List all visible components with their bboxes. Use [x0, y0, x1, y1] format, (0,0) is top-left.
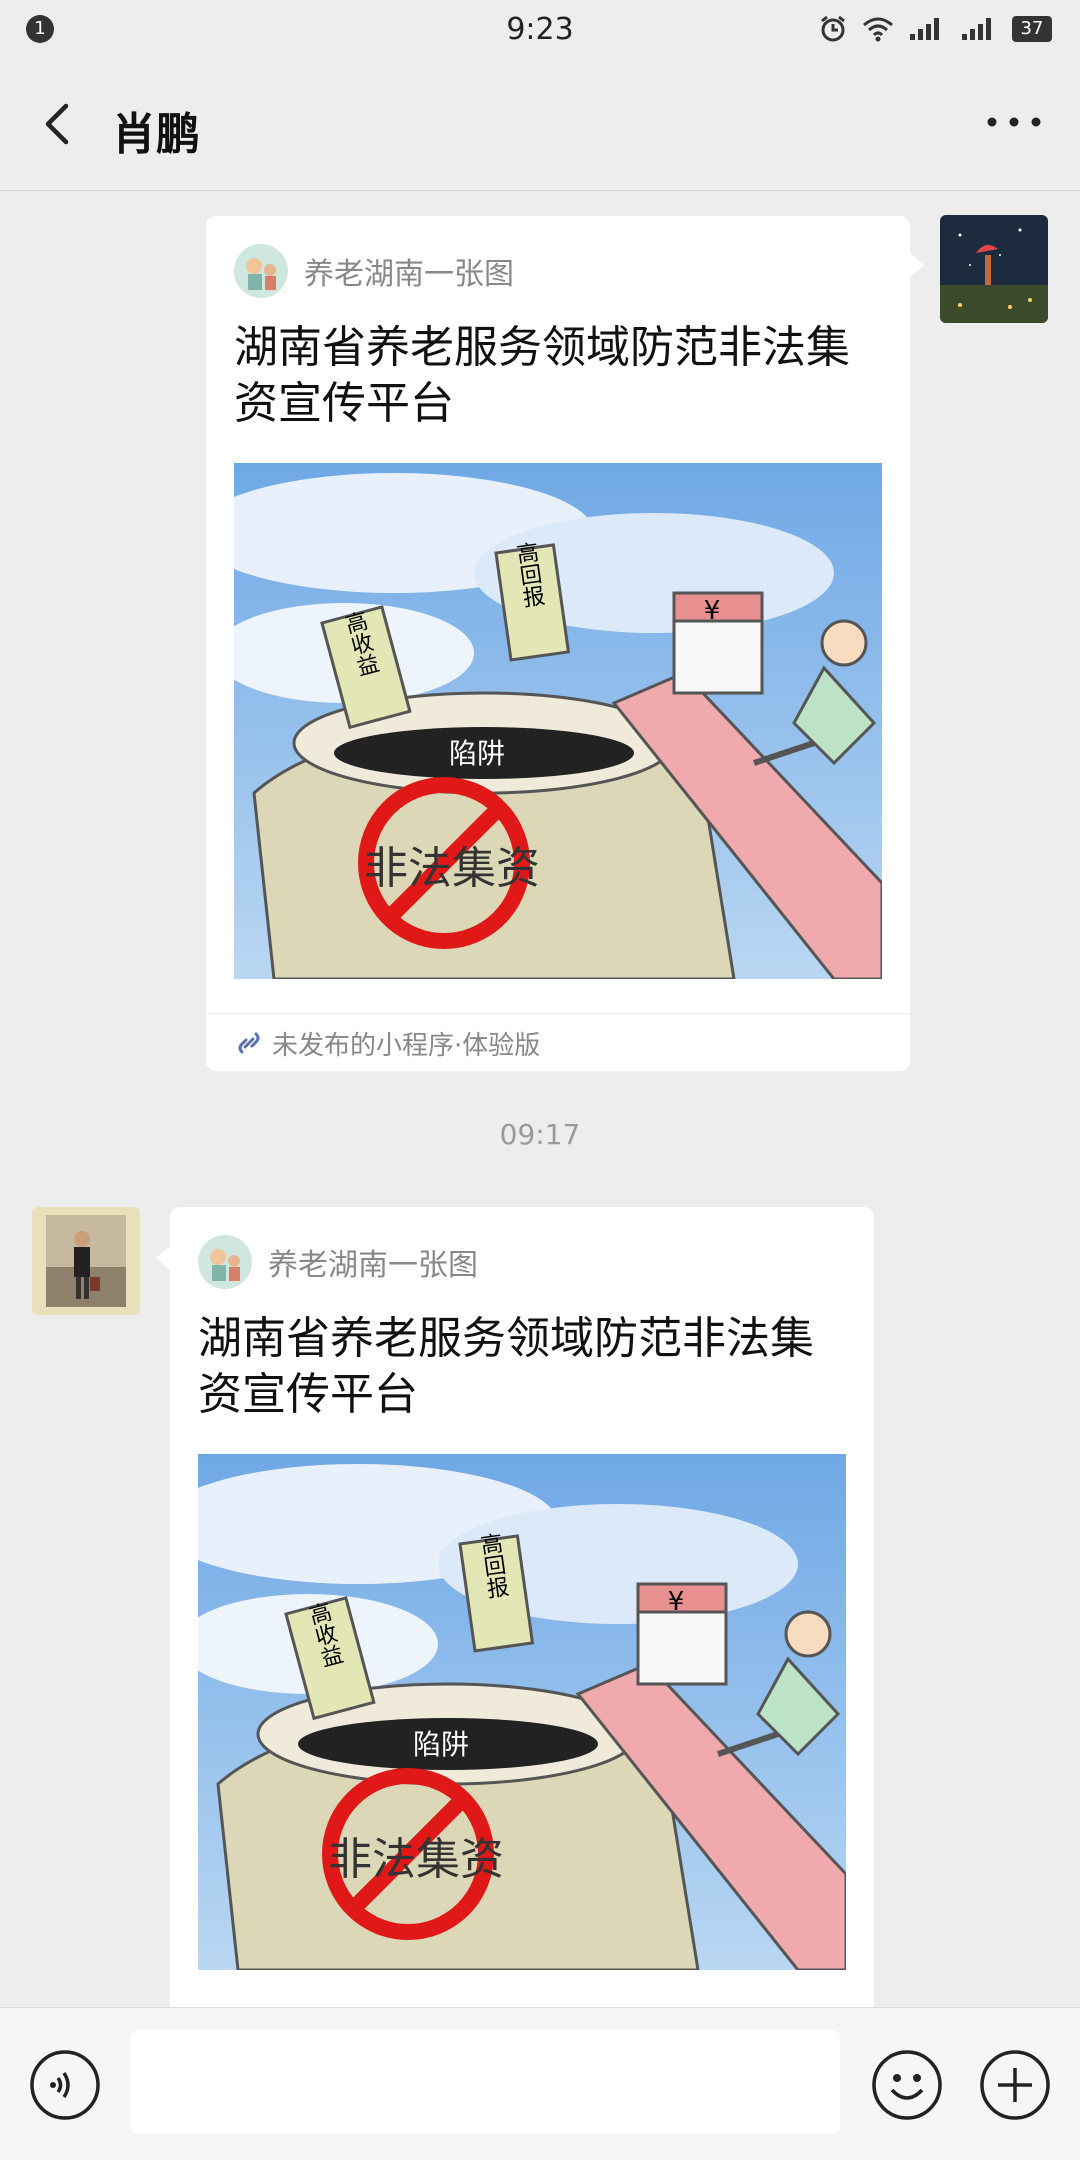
mini-program-card[interactable]: 养老湖南一张图 湖南省养老服务领域防范非法集资宣传平台 陷阱 高收益 高回报 ¥…: [206, 216, 910, 1071]
mini-program-logo: [234, 244, 288, 298]
image-tag-trap: 陷阱: [449, 737, 505, 770]
mini-program-card[interactable]: 养老湖南一张图 湖南省养老服务领域防范非法集资宣传平台 陷阱 高收益 高回报 ¥…: [170, 1207, 874, 2007]
chevron-left-icon: [45, 103, 69, 145]
card-footer: 未发布的小程序·体验版: [206, 1013, 910, 1072]
chat-title: 肖鹏: [112, 109, 200, 160]
card-header: 养老湖南一张图: [234, 242, 514, 300]
wifi-icon: [863, 17, 893, 42]
image-tag-trap: 陷阱: [413, 1728, 469, 1761]
image-tag-money: ¥: [704, 596, 721, 626]
input-bar: [0, 2007, 1080, 2160]
voice-button[interactable]: [28, 2048, 102, 2122]
chat-header: 肖鹏: [0, 58, 1080, 191]
mini-program-status: 未发布的小程序·体验版: [272, 1030, 541, 1061]
bubble-tail: [910, 253, 924, 277]
signal-icon: [910, 18, 939, 40]
emoji-button[interactable]: [870, 2048, 944, 2122]
card-title: 湖南省养老服务领域防范非法集资宣传平台: [198, 1313, 814, 1420]
mini-program-link-icon: [238, 1032, 260, 1054]
my-avatar[interactable]: [940, 215, 1048, 323]
contact-avatar[interactable]: [32, 1207, 140, 1315]
plus-icon: [980, 2050, 1050, 2120]
chat-area[interactable]: 养老湖南一张图 湖南省养老服务领域防范非法集资宣传平台 陷阱 高收益 高回报 ¥…: [0, 191, 1080, 2007]
status-icons: 37: [818, 14, 1052, 44]
image-tag-illegal-fundraising: 非法集资: [364, 843, 540, 894]
card-image: 陷阱 高收益 高回报 ¥ 非法集资: [234, 463, 882, 979]
bubble-tail: [156, 1246, 170, 1270]
mini-program-name: 养老湖南一张图: [304, 257, 514, 292]
image-tag-money: ¥: [668, 1587, 685, 1617]
card-image: 陷阱 高收益 高回报 ¥ 非法集资: [198, 1454, 846, 1970]
image-tag-illegal-fundraising: 非法集资: [328, 1834, 504, 1885]
battery-icon: 37: [1012, 16, 1052, 42]
message-input[interactable]: [130, 2030, 840, 2134]
emoji-icon: [872, 2050, 942, 2120]
alarm-icon: [821, 15, 845, 42]
signal-2-icon: [962, 18, 991, 40]
voice-icon: [50, 2072, 70, 2098]
status-bar: 1 9:23 37: [0, 0, 1080, 58]
card-header: 养老湖南一张图: [198, 1233, 478, 1291]
time-separator: 09:17: [499, 1118, 581, 1151]
more-dots-icon: [987, 117, 1041, 127]
card-title: 湖南省养老服务领域防范非法集资宣传平台: [234, 322, 850, 429]
more-button[interactable]: [974, 102, 1054, 142]
more-functions-button[interactable]: [978, 2048, 1052, 2122]
back-button[interactable]: [30, 94, 90, 154]
mini-program-logo: [198, 1235, 252, 1289]
mini-program-name: 养老湖南一张图: [268, 1248, 478, 1283]
